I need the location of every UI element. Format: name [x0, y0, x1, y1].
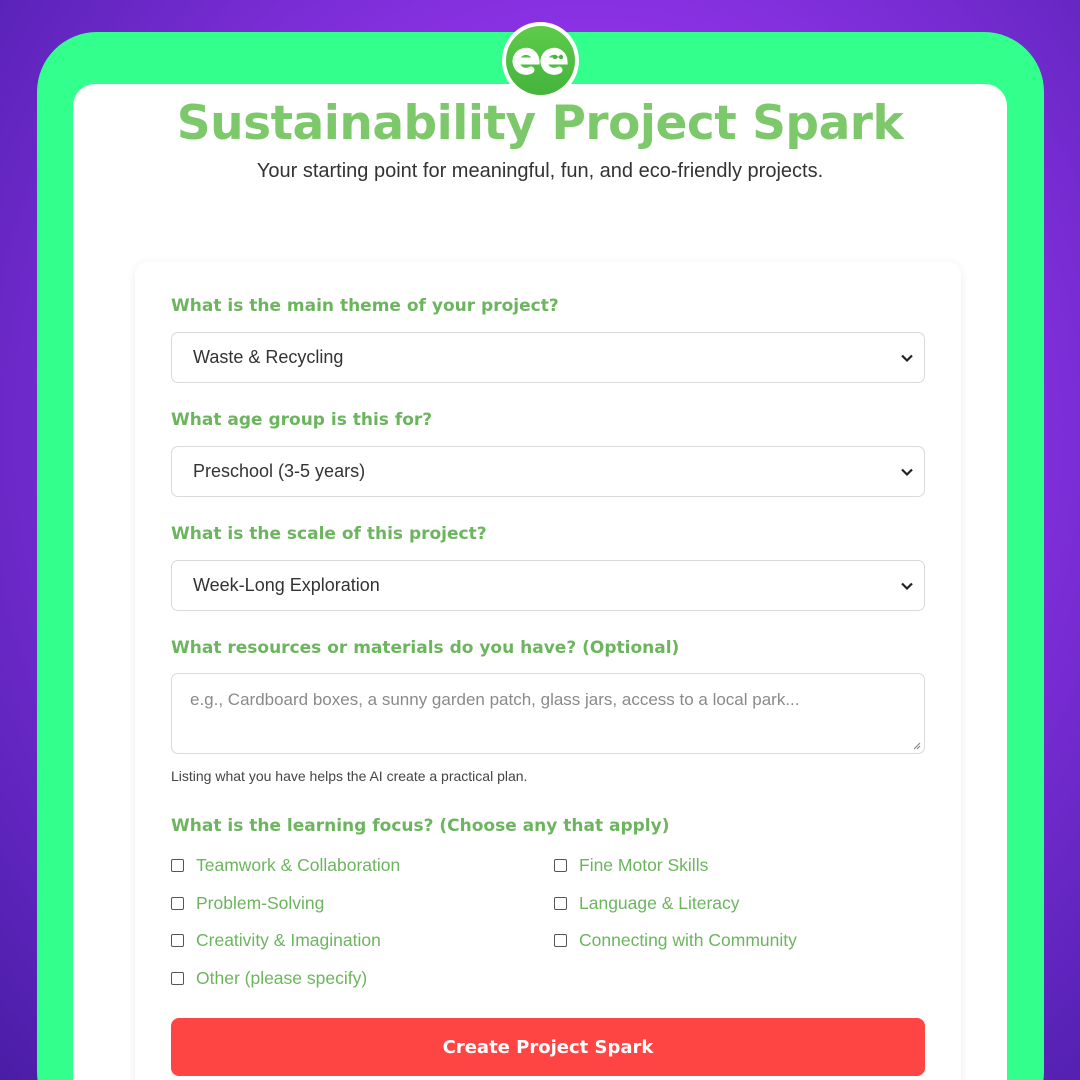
ee-logo-icon — [502, 22, 579, 99]
chevron-down-icon — [901, 354, 913, 363]
checkbox[interactable] — [171, 972, 184, 985]
focus-option-label: Creativity & Imagination — [196, 930, 381, 950]
focus-label: What is the learning focus? (Choose any … — [171, 816, 670, 836]
focus-option-other[interactable]: Other (please specify) — [171, 968, 367, 989]
theme-select-value: Waste & Recycling — [193, 347, 344, 367]
focus-option-label: Teamwork & Collaboration — [196, 855, 401, 875]
scale-select-value: Week-Long Exploration — [193, 575, 380, 595]
focus-option-label: Problem-Solving — [196, 893, 325, 913]
create-project-button[interactable]: Create Project Spark — [171, 1018, 925, 1076]
chevron-down-icon — [901, 468, 913, 477]
checkbox[interactable] — [554, 934, 567, 947]
resize-handle-icon[interactable] — [911, 740, 921, 750]
resources-placeholder: e.g., Cardboard boxes, a sunny garden pa… — [190, 690, 800, 709]
focus-option-creativity[interactable]: Creativity & Imagination — [171, 930, 381, 951]
chevron-down-icon — [901, 582, 913, 591]
focus-option-problem-solving[interactable]: Problem-Solving — [171, 893, 324, 914]
focus-option-teamwork[interactable]: Teamwork & Collaboration — [171, 855, 400, 876]
focus-option-language[interactable]: Language & Literacy — [554, 893, 740, 914]
theme-label: What is the main theme of your project? — [171, 296, 559, 316]
resources-textarea[interactable]: e.g., Cardboard boxes, a sunny garden pa… — [171, 673, 925, 754]
focus-option-label: Connecting with Community — [579, 930, 797, 950]
focus-option-label: Language & Literacy — [579, 893, 740, 913]
scale-select[interactable]: Week-Long Exploration — [171, 560, 925, 611]
theme-select[interactable]: Waste & Recycling — [171, 332, 925, 383]
focus-option-label: Fine Motor Skills — [579, 855, 709, 875]
resources-label: What resources or materials do you have?… — [171, 638, 680, 658]
page-subtitle: Your starting point for meaningful, fun,… — [256, 160, 824, 182]
age-select-value: Preschool (3-5 years) — [193, 461, 366, 481]
checkbox[interactable] — [171, 934, 184, 947]
resources-help-text: Listing what you have helps the AI creat… — [171, 768, 528, 784]
focus-option-label: Other (please specify) — [196, 968, 368, 988]
focus-option-community[interactable]: Connecting with Community — [554, 930, 797, 951]
age-label: What age group is this for? — [171, 410, 433, 430]
page-title: Sustainability Project Spark — [176, 96, 904, 151]
checkbox[interactable] — [554, 859, 567, 872]
checkbox[interactable] — [171, 897, 184, 910]
form-card — [135, 262, 961, 1080]
focus-option-fine-motor[interactable]: Fine Motor Skills — [554, 855, 708, 876]
age-select[interactable]: Preschool (3-5 years) — [171, 446, 925, 497]
checkbox[interactable] — [171, 859, 184, 872]
scale-label: What is the scale of this project? — [171, 524, 487, 544]
checkbox[interactable] — [554, 897, 567, 910]
